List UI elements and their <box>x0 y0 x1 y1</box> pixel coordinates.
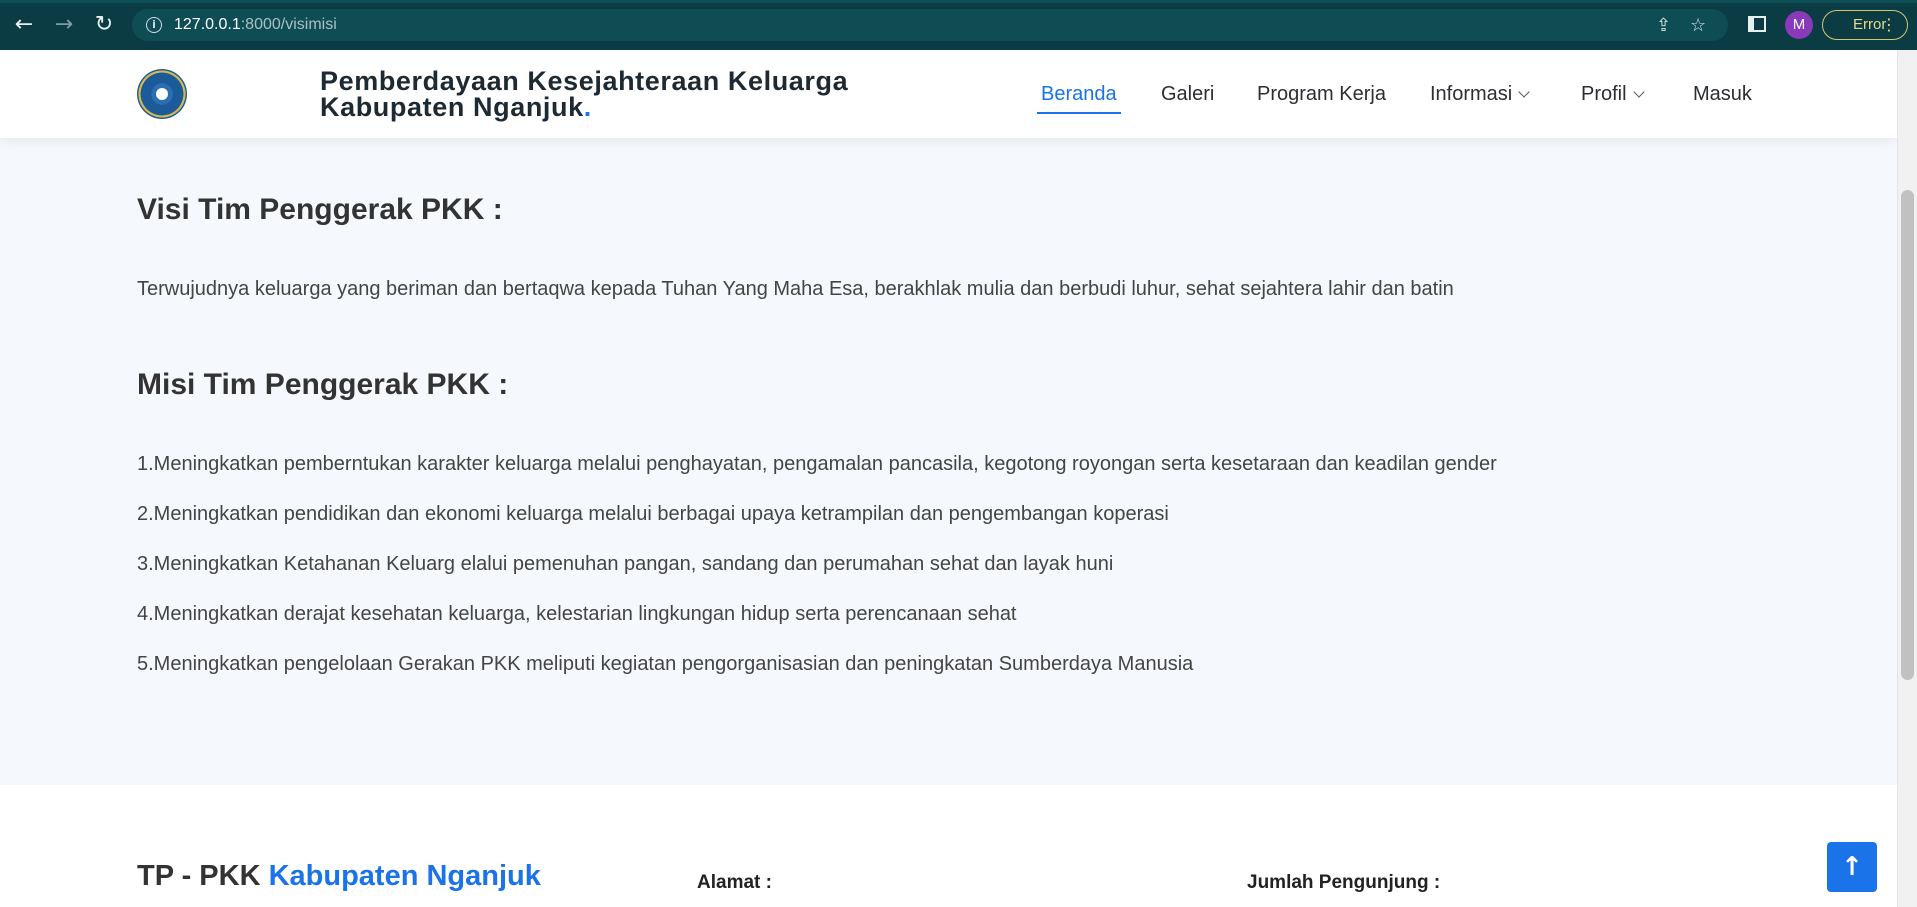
site-title-line2: Kabupaten Nganjuk <box>320 92 584 122</box>
profile-avatar[interactable]: M <box>1785 11 1813 39</box>
nav-informasi-label: Informasi <box>1430 83 1513 105</box>
site-title-line1: Pemberdayaan Kesejahteraan Keluarga <box>320 66 849 96</box>
footer-pengunjung-label: Jumlah Pengunjung : <box>1247 872 1441 893</box>
footer-brand: TP - PKK Kabupaten Nganjuk <box>137 860 541 893</box>
footer-brand-prefix: TP - PKK <box>137 860 269 892</box>
misi-item: 5.Meningkatkan pengelolaan Gerakan PKK m… <box>137 653 1194 675</box>
url-text[interactable]: 127.0.0.1:8000/visimisi <box>174 16 337 34</box>
nav-profil-label: Profil <box>1581 83 1627 105</box>
share-icon[interactable]: ⇪ <box>1656 15 1671 36</box>
nav-informasi[interactable]: Informasi <box>1430 83 1530 106</box>
url-path: :8000/visimisi <box>240 16 337 33</box>
chevron-down-icon <box>1518 86 1530 98</box>
side-panel-icon[interactable] <box>1748 16 1766 32</box>
misi-item: 4.Meningkatkan derajat kesehatan keluarg… <box>137 603 1017 625</box>
footer-brand-accent: Kabupaten Nganjuk <box>268 860 541 892</box>
more-vert-icon[interactable]: ⋮ <box>1881 11 1897 38</box>
back-to-top-button[interactable]: ↑ <box>1827 842 1877 892</box>
nav-beranda[interactable]: Beranda <box>1037 83 1121 114</box>
site-title-dot: . <box>583 92 592 122</box>
misi-item: 2.Meningkatkan pendidikan dan ekonomi ke… <box>137 503 1169 525</box>
browser-toolbar: ← → ↻ i 127.0.0.1:8000/visimisi ⇪ ☆ M Er… <box>0 0 1917 50</box>
reload-icon[interactable]: ↻ <box>90 11 118 39</box>
scrollbar-thumb[interactable] <box>1901 190 1914 680</box>
page-viewport: Pemberdayaan Kesejahteraan Keluarga Kabu… <box>0 50 1897 907</box>
chevron-down-icon <box>1632 86 1645 98</box>
arrow-up-icon: ↑ <box>1841 852 1863 882</box>
nav-profil[interactable]: Profil <box>1581 83 1645 106</box>
info-icon[interactable]: i <box>146 17 162 33</box>
error-button[interactable]: Error ⋮ <box>1822 10 1908 40</box>
url-host: 127.0.0.1 <box>174 16 241 33</box>
tab-strip-edge <box>0 0 1917 3</box>
misi-item: 1.Meningkatkan pemberntukan karakter kel… <box>137 453 1497 475</box>
forward-arrow-icon[interactable]: → <box>50 11 78 39</box>
visi-heading: Visi Tim Penggerak PKK : <box>137 193 503 226</box>
nav-galeri[interactable]: Galeri <box>1161 83 1214 106</box>
footer-alamat-label: Alamat : <box>697 872 772 893</box>
nav-masuk[interactable]: Masuk <box>1693 83 1752 106</box>
pkk-logo[interactable] <box>137 69 187 119</box>
misi-item: 3.Meningkatkan Ketahanan Keluarg elalui … <box>137 553 1114 575</box>
star-icon[interactable]: ☆ <box>1690 15 1706 36</box>
page-scrollbar[interactable] <box>1897 50 1917 907</box>
site-title[interactable]: Pemberdayaan Kesejahteraan Keluarga Kabu… <box>320 66 849 122</box>
visi-text: Terwujudnya keluarga yang beriman dan be… <box>137 278 1454 300</box>
misi-heading: Misi Tim Penggerak PKK : <box>137 368 509 401</box>
site-header: Pemberdayaan Kesejahteraan Keluarga Kabu… <box>0 50 1897 138</box>
address-bar[interactable]: i 127.0.0.1:8000/visimisi ⇪ ☆ <box>132 9 1728 41</box>
back-arrow-icon[interactable]: ← <box>10 11 38 39</box>
nav-program-kerja[interactable]: Program Kerja <box>1257 83 1386 106</box>
